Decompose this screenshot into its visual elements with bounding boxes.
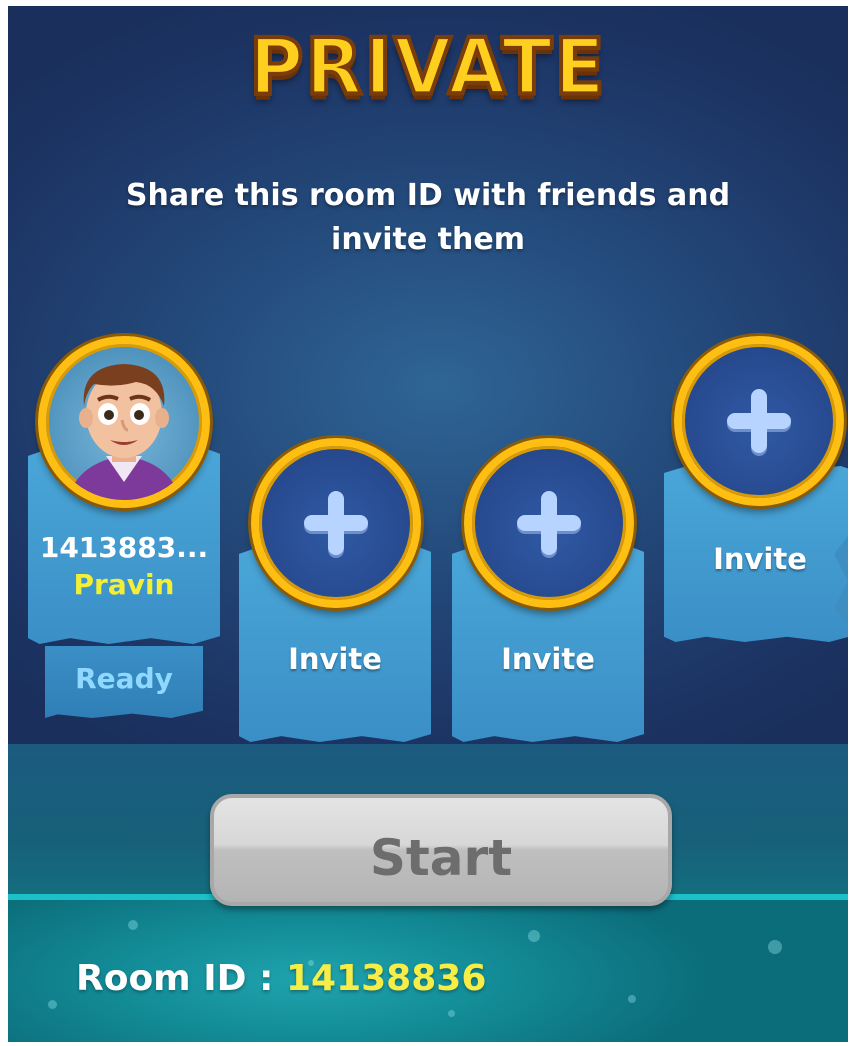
invite-button[interactable]: [674, 336, 844, 506]
room-id-display: Room ID : 14138836: [76, 958, 486, 999]
start-button[interactable]: Start: [210, 794, 672, 906]
room-id-label: Room ID :: [76, 958, 274, 999]
player-avatar-frame[interactable]: [38, 336, 210, 508]
invite-button[interactable]: [464, 438, 634, 608]
invite-label: Invite: [288, 642, 382, 676]
plus-icon: [727, 389, 791, 453]
sparkle: [48, 1000, 57, 1009]
sparkle: [128, 920, 138, 930]
sparkle: [628, 995, 636, 1003]
player-id: 1413883...: [39, 531, 209, 564]
plus-icon: [304, 491, 368, 555]
room-share-instructions: Share this room ID with friends and invi…: [125, 178, 731, 257]
avatar-icon: [67, 364, 181, 500]
sparkle: [768, 940, 782, 954]
room-id-value: 14138836: [285, 958, 487, 999]
invite-label: Invite: [501, 642, 595, 676]
app-frame: PRIVATE Share this room ID with friends …: [0, 0, 857, 1046]
player-name: Pravin: [73, 568, 175, 601]
plus-icon: [517, 491, 581, 555]
sparkle: [448, 1010, 455, 1017]
game-screen: PRIVATE Share this room ID with friends …: [8, 6, 848, 1042]
invite-button[interactable]: [251, 438, 421, 608]
page-title: PRIVATE: [247, 20, 607, 114]
invite-label: Invite: [713, 542, 807, 576]
sparkle: [528, 930, 540, 942]
ready-status-badge: Ready: [45, 646, 203, 718]
